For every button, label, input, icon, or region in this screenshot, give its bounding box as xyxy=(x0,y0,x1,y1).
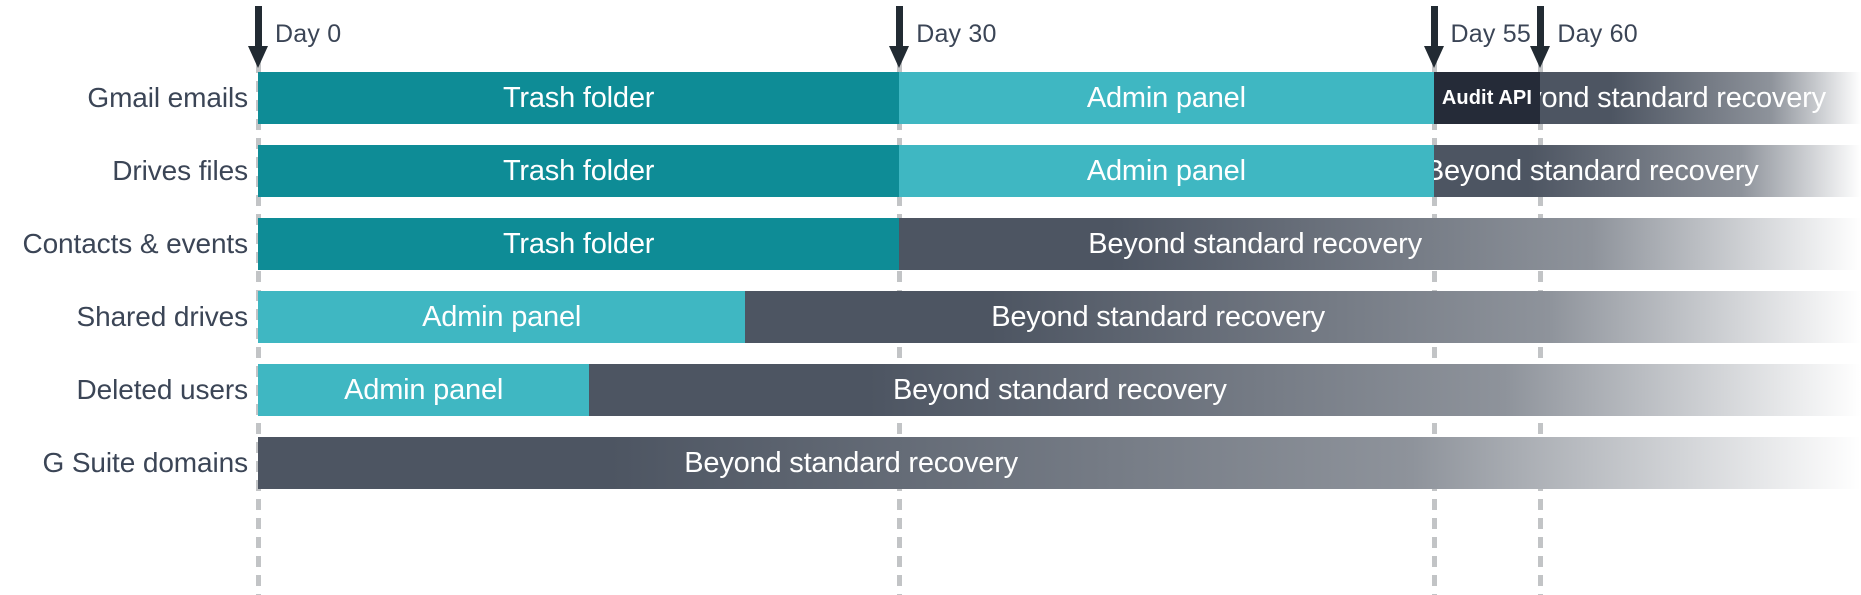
segment-admin-panel[interactable]: Admin panel xyxy=(899,72,1434,124)
segment-beyond-standard-recovery[interactable]: Beyond standard recovery xyxy=(589,364,1861,416)
segment-audit-api[interactable]: Audit API xyxy=(1433,72,1541,124)
row-label-contacts-events: Contacts & events xyxy=(22,228,248,259)
timeline-row: Drives files Trash folder Admin panel Beyon… xyxy=(0,145,1861,197)
segment-label: Trash folder xyxy=(502,227,655,260)
segment-beyond-standard-recovery[interactable]: Beyond standard recovery xyxy=(899,218,1861,270)
day-label: Day 55 xyxy=(1450,20,1531,48)
segment-trash-folder[interactable]: Trash folder xyxy=(258,145,900,197)
segment-label: Beyond standard recovery xyxy=(892,373,1227,406)
row-label-shared-drives: Shared drives xyxy=(76,301,249,332)
timeline-row: Contacts & events Trash folder Beyond stan… xyxy=(0,218,1861,270)
segment-label: Admin panel xyxy=(1086,81,1246,114)
arrow-down-icon xyxy=(255,6,262,50)
arrow-down-icon xyxy=(896,6,904,50)
row-label-gmail-emails: Gmail emails xyxy=(87,82,248,113)
arrow-down-icon xyxy=(1430,6,1438,50)
row-label-drives-files: Drives files xyxy=(112,155,248,186)
arrow-head-icon xyxy=(248,46,268,68)
segment-beyond-standard-recovery[interactable]: Beyond standard recovery xyxy=(1433,145,1861,197)
row-track: Trash folder Beyond standard recovery xyxy=(258,218,1861,270)
segment-label: Beyond standard recovery xyxy=(991,300,1325,333)
segment-label: Trash folder xyxy=(502,81,655,114)
arrow-head-icon xyxy=(1530,46,1551,68)
segment-label: Audit API xyxy=(1441,86,1533,109)
segment-admin-panel[interactable]: Admin panel xyxy=(258,364,590,416)
segment-label: Beyond standard recovery xyxy=(1088,227,1422,260)
segment-trash-folder[interactable]: Trash folder xyxy=(258,218,900,270)
arrow-head-icon xyxy=(1423,46,1444,68)
day-label: Day 30 xyxy=(916,20,997,48)
segment-label: Beyond standard recovery xyxy=(684,446,1018,479)
row-label-deleted-users: Deleted users xyxy=(76,374,249,405)
recovery-timeline-chart: Day 0 Day 30 Day 55 Day 60 Gmail emails Tras… xyxy=(0,0,1861,595)
segment-label: Beyond standard recovery xyxy=(1540,81,1826,114)
segment-admin-panel[interactable]: Admin panel xyxy=(258,291,746,343)
segment-beyond-standard-recovery[interactable]: Beyond standard recovery xyxy=(745,291,1861,343)
segment-trash-folder[interactable]: Trash folder xyxy=(258,72,900,124)
segment-beyond-standard-recovery[interactable]: Beyond standard recovery xyxy=(1540,72,1861,124)
day-label: Day 0 xyxy=(275,20,342,48)
segment-label: Admin panel xyxy=(1086,154,1246,187)
timeline-row: Shared drives Admin panel Beyond standard … xyxy=(0,291,1861,343)
row-track: Admin panel Beyond standard recovery xyxy=(258,364,1861,416)
timeline-row: Gmail emails Trash folder Admin panel Audit… xyxy=(0,72,1861,124)
timeline-row: G Suite domains Beyond standard recovery xyxy=(0,437,1861,489)
segment-beyond-standard-recovery[interactable]: Beyond standard recovery xyxy=(258,437,1861,489)
row-label-g-suite-domains: G Suite domains xyxy=(42,447,249,478)
timeline-row: Deleted users Admin panel Beyond standard … xyxy=(0,364,1861,416)
segment-label: Beyond standard recovery xyxy=(1433,154,1759,187)
row-track: Beyond standard recovery xyxy=(258,437,1861,489)
row-track: Trash folder Admin panel Audit API Beyond s… xyxy=(258,72,1861,124)
segment-label: Admin panel xyxy=(422,300,582,333)
segment-label: Trash folder xyxy=(502,154,655,187)
arrow-down-icon xyxy=(1537,6,1545,50)
row-track: Admin panel Beyond standard recovery xyxy=(258,291,1861,343)
arrow-head-icon xyxy=(889,46,910,68)
row-track: Trash folder Admin panel Beyond standard r… xyxy=(258,145,1861,197)
day-label: Day 60 xyxy=(1557,20,1638,48)
segment-admin-panel[interactable]: Admin panel xyxy=(899,145,1434,197)
segment-label: Admin panel xyxy=(344,373,504,406)
